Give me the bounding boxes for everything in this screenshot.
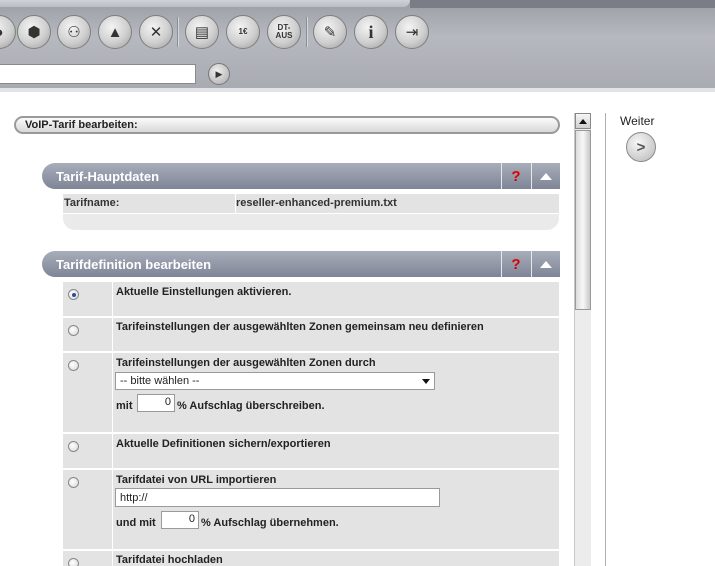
- xx-icon: ✕: [149, 24, 163, 41]
- collapse-button[interactable]: [531, 251, 560, 277]
- partial-icon: ◑: [0, 24, 4, 41]
- radio-redefine[interactable]: [68, 325, 79, 336]
- page-title: VoIP-Tarif bearbeiten:: [14, 116, 560, 134]
- toolbar-separator: [177, 17, 179, 47]
- url-input[interactable]: http://: [115, 488, 440, 507]
- tariff-name-value: reseller-enhanced-premium.txt: [235, 194, 559, 213]
- zone-select-value: -- bitte wählen --: [120, 375, 200, 387]
- radio-cell: [63, 353, 113, 432]
- box-icon-button[interactable]: ⬢: [17, 15, 51, 49]
- toolbar-separator: [306, 17, 308, 47]
- option-row-url-import: Tarifdatei von URL importieren http:// u…: [63, 470, 559, 549]
- pyramid-icon-button[interactable]: ▲: [98, 15, 132, 49]
- option-row-export: Aktuelle Definitionen sichern/exportiere…: [63, 434, 559, 468]
- radio-cell: [63, 434, 113, 468]
- toolbar-top-cap: [410, 0, 715, 8]
- toolbar-bottom-edge: [0, 88, 715, 92]
- panel-header-main: Tarif-Hauptdaten ?: [42, 163, 560, 189]
- scroll-thumb[interactable]: [575, 130, 591, 310]
- option-row-overwrite: Tarifeinstellungen der ausgewählten Zone…: [63, 353, 559, 432]
- option-label-upload: Tarifdatei hochladen: [116, 554, 223, 566]
- radio-export[interactable]: [68, 441, 79, 452]
- option-label-export: Aktuelle Definitionen sichern/exportiere…: [116, 438, 331, 450]
- next-button[interactable]: >: [626, 132, 656, 162]
- info-icon-button[interactable]: i: [354, 15, 388, 49]
- surcharge-input-overwrite[interactable]: 0: [137, 394, 175, 412]
- invoice-icon-button[interactable]: 1€: [226, 15, 260, 49]
- exit-icon: ⇥: [405, 24, 419, 41]
- option-label-redefine: Tarifeinstellungen der ausgewählten Zone…: [116, 321, 484, 333]
- help-button[interactable]: ?: [501, 163, 530, 189]
- box-icon: ⬢: [27, 24, 41, 41]
- dtaus-icon-button[interactable]: DT- AUS: [267, 15, 301, 49]
- radio-cell: [63, 282, 113, 316]
- radio-upload[interactable]: [68, 558, 79, 566]
- tariff-name-row: Tarifname: reseller-enhanced-premium.txt: [63, 194, 559, 213]
- panel-header-definition: Tarifdefinition bearbeiten ?: [42, 251, 560, 277]
- radio-cell: [63, 470, 113, 549]
- option-label-url-import: Tarifdatei von URL importieren: [116, 474, 277, 486]
- und-mit-label: und mit: [116, 517, 156, 529]
- option-row-upload: Tarifdatei hochladen: [63, 551, 559, 566]
- collapse-button[interactable]: [531, 163, 560, 189]
- import-suffix: % Aufschlag übernehmen.: [201, 517, 339, 529]
- play-icon: ▶: [215, 68, 223, 79]
- radio-url-import[interactable]: [68, 477, 79, 488]
- help-icon: ?: [511, 255, 521, 273]
- collapse-up-icon: [540, 260, 552, 268]
- mit-label: mit: [116, 400, 133, 412]
- help-icon: ?: [511, 167, 521, 185]
- search-input[interactable]: [0, 64, 196, 84]
- zone-select[interactable]: -- bitte wählen --: [115, 372, 435, 390]
- info-icon: i: [368, 21, 374, 42]
- dropdown-arrow-icon: [422, 379, 430, 384]
- vertical-scrollbar[interactable]: [574, 113, 591, 566]
- url-input-value: http://: [120, 492, 148, 504]
- option-row-redefine: Tarifeinstellungen der ausgewählten Zone…: [63, 318, 559, 351]
- next-label: Weiter: [620, 114, 655, 128]
- tariff-name-label: Tarifname:: [64, 197, 120, 209]
- radio-cell: [63, 551, 113, 566]
- partial-icon-button[interactable]: ◑: [0, 15, 16, 49]
- panel-title-definition: Tarifdefinition bearbeiten: [56, 257, 212, 272]
- radio-overwrite[interactable]: [68, 360, 79, 371]
- collapse-up-icon: [540, 172, 552, 180]
- page-title-text: VoIP-Tarif bearbeiten:: [25, 119, 138, 131]
- scroll-up-button[interactable]: [575, 113, 591, 129]
- surcharge-value: 0: [188, 513, 195, 525]
- overwrite-suffix: % Aufschlag überschreiben.: [177, 400, 325, 412]
- vertical-divider: [605, 113, 606, 566]
- xx-icon-button[interactable]: ✕: [139, 15, 173, 49]
- invoice-icon: 1€: [238, 27, 248, 36]
- tools-icon-button[interactable]: ✎: [313, 15, 347, 49]
- tools-icon: ✎: [323, 24, 337, 41]
- group-icon: ⚇: [67, 24, 81, 41]
- group-icon-button[interactable]: ⚇: [57, 15, 91, 49]
- panel-title-main: Tarif-Hauptdaten: [56, 169, 160, 184]
- help-button[interactable]: ?: [501, 251, 530, 277]
- radio-cell: [63, 318, 113, 351]
- surcharge-value: 0: [164, 396, 171, 408]
- option-label-overwrite: Tarifeinstellungen der ausgewählten Zone…: [116, 357, 376, 369]
- dtaus-icon-line2: AUS: [275, 31, 293, 40]
- document-icon-button[interactable]: ▤: [185, 15, 219, 49]
- toolbar: ◑ ⬢ ⚇ ▲ ✕ ▤ 1€ DT- AUS ✎ i ⇥ ▶: [0, 0, 715, 92]
- option-row-activate: Aktuelle Einstellungen aktivieren.: [63, 282, 559, 316]
- document-icon: ▤: [194, 24, 210, 41]
- panel-footer-main: [63, 214, 559, 230]
- chevron-right-icon: >: [636, 138, 646, 156]
- exit-icon-button[interactable]: ⇥: [395, 15, 429, 49]
- go-button[interactable]: ▶: [208, 63, 230, 85]
- radio-activate[interactable]: [68, 289, 79, 300]
- pyramid-icon: ▲: [107, 23, 123, 41]
- toolbar-highlight: [0, 0, 410, 7]
- arrow-up-icon: [579, 118, 587, 124]
- option-label-activate: Aktuelle Einstellungen aktivieren.: [116, 286, 292, 298]
- surcharge-input-import[interactable]: 0: [161, 511, 199, 529]
